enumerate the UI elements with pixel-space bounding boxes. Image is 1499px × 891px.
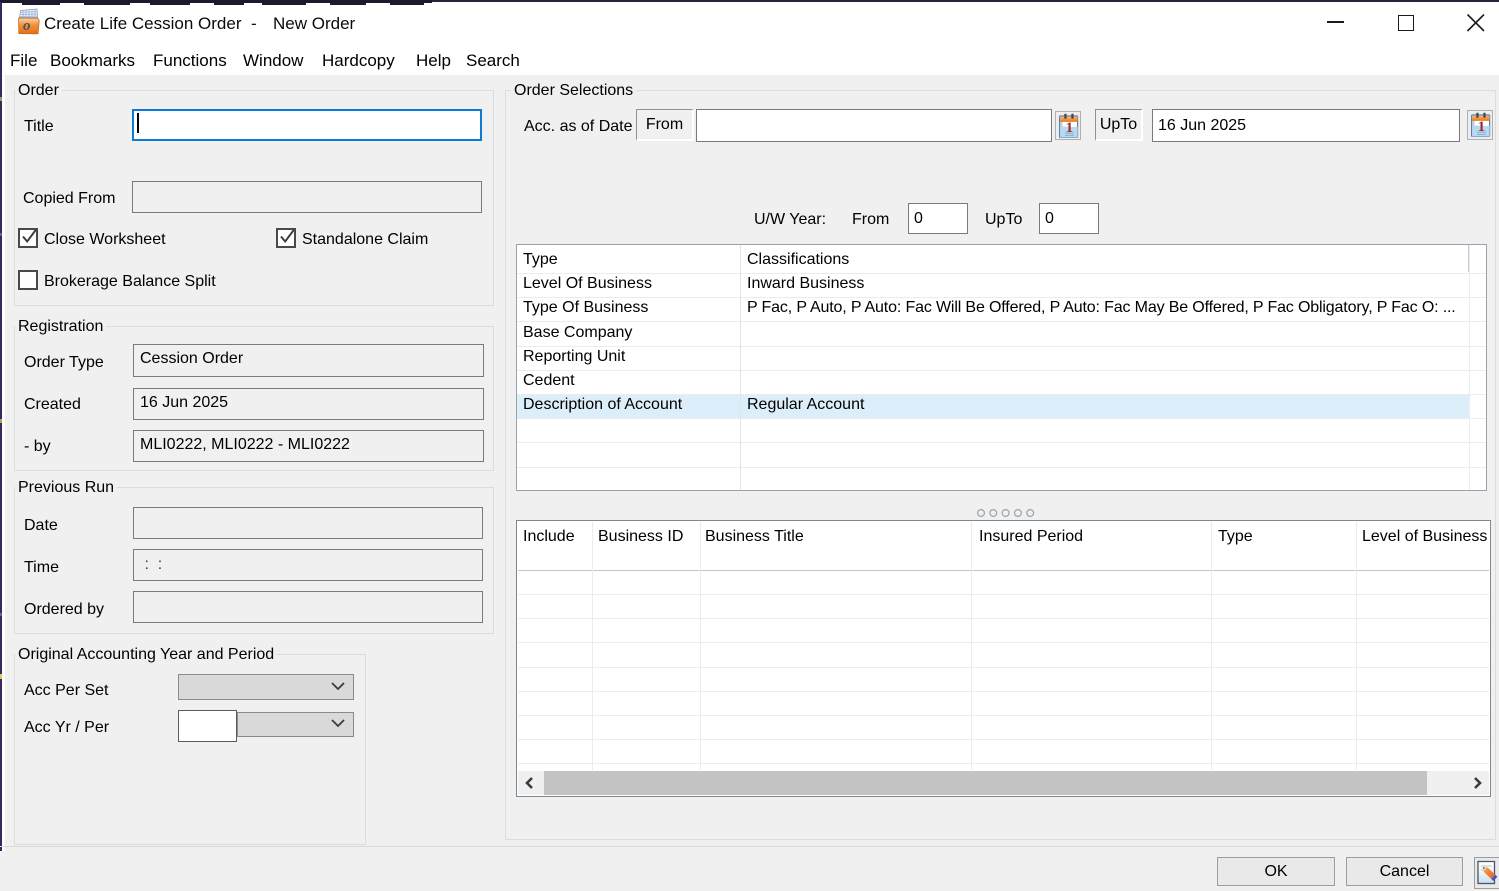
svg-text:o: o bbox=[23, 18, 31, 34]
